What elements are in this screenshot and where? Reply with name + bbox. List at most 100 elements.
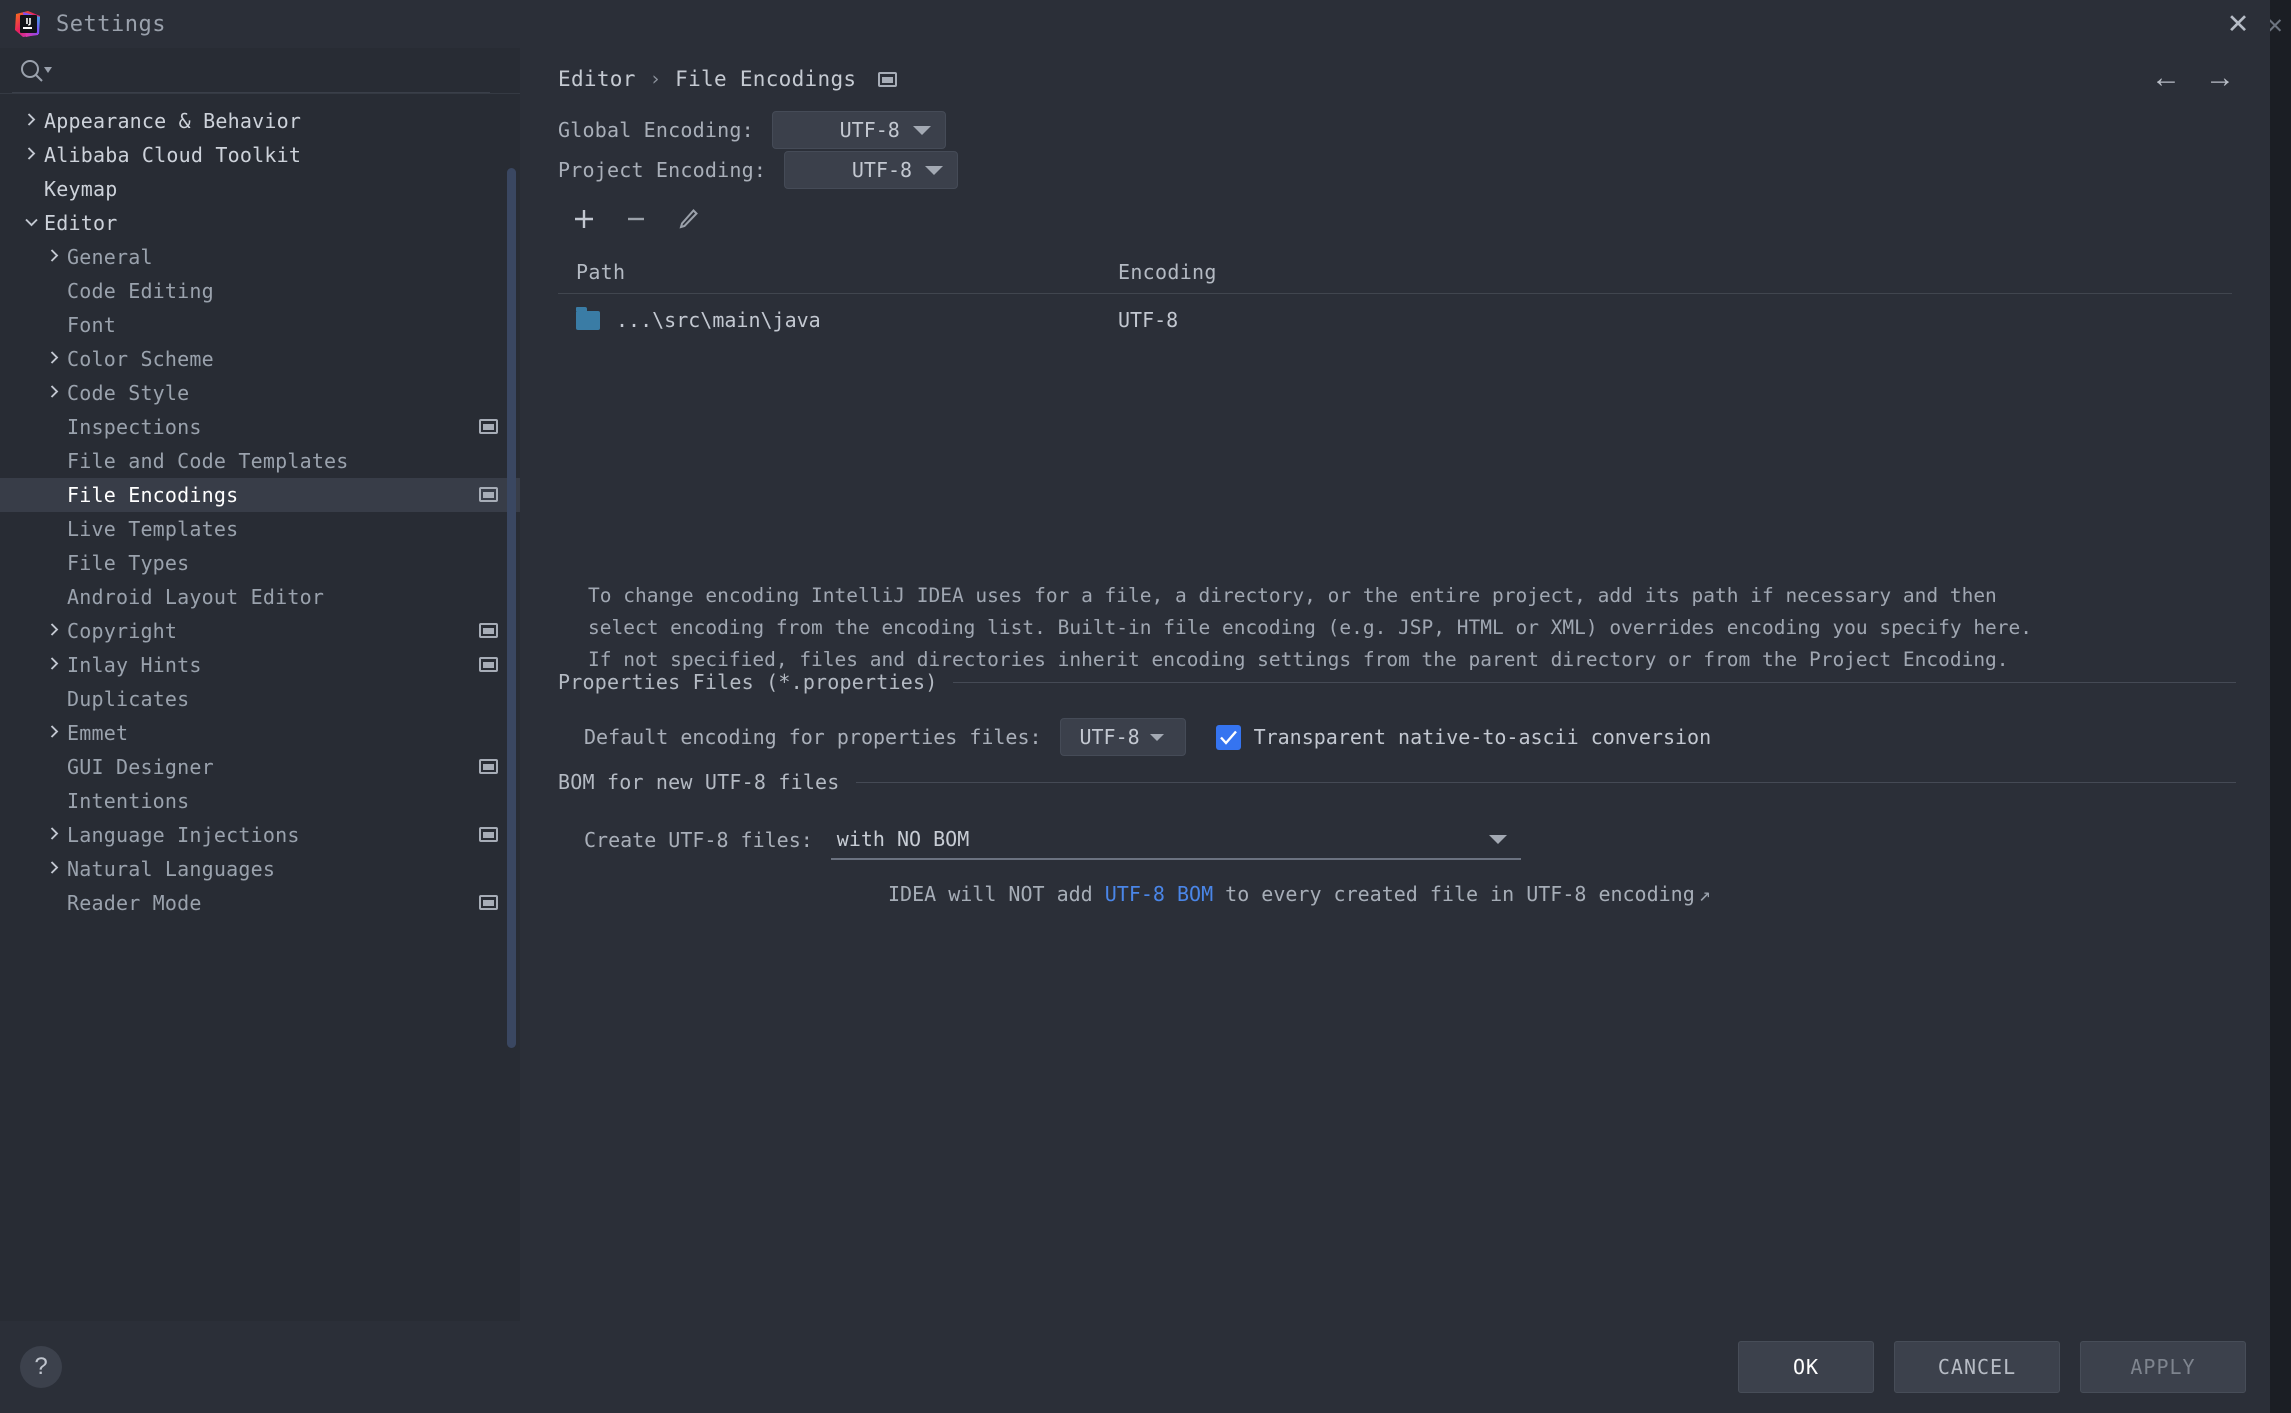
bom-section-header: BOM for new UTF-8 files <box>558 770 2236 794</box>
sidebar-item-natural-languages[interactable]: Natural Languages <box>0 852 520 886</box>
column-header-encoding[interactable]: Encoding <box>1108 260 1217 284</box>
background-window-edge <box>2270 0 2291 1413</box>
dialog-title: Settings <box>56 11 166 37</box>
chevron-right-icon[interactable] <box>41 350 67 369</box>
bom-hint-suffix: to every created file in UTF-8 encoding <box>1213 882 1695 906</box>
search-icon[interactable] <box>18 58 52 84</box>
close-icon[interactable]: ✕ <box>2218 6 2258 42</box>
back-arrow-icon[interactable]: ← <box>2144 62 2188 96</box>
project-encoding-combo[interactable]: UTF-8 <box>784 151 959 189</box>
sidebar-item-label: Code Editing <box>67 279 214 303</box>
sidebar-item-inspections[interactable]: Inspections <box>0 410 520 444</box>
chevron-right-icon[interactable] <box>41 826 67 845</box>
breadcrumb-parent[interactable]: Editor <box>558 67 636 91</box>
chevron-right-icon[interactable] <box>41 860 67 879</box>
sidebar-item-file-types[interactable]: File Types <box>0 546 520 580</box>
sidebar-item-code-editing[interactable]: Code Editing <box>0 274 520 308</box>
sidebar-item-label: File Types <box>67 551 190 575</box>
sidebar-item-inlay-hints[interactable]: Inlay Hints <box>0 648 520 682</box>
sidebar-item-reader-mode[interactable]: Reader Mode <box>0 886 520 920</box>
sidebar-item-file-and-code-templates[interactable]: File and Code Templates <box>0 444 520 478</box>
project-encoding-value: UTF-8 <box>851 158 913 182</box>
sidebar-item-label: Font <box>67 313 116 337</box>
sidebar-item-appearance-behavior[interactable]: Appearance & Behavior <box>0 104 520 138</box>
path-text: ...\src\main\java <box>616 308 821 332</box>
sidebar-item-label: Language Injections <box>67 823 300 847</box>
sidebar-item-file-encodings[interactable]: File Encodings <box>0 478 520 512</box>
table-rows: ...\src\main\java UTF-8 <box>558 294 2232 346</box>
chevron-right-icon[interactable] <box>18 146 44 165</box>
sidebar-item-label: Editor <box>44 211 118 235</box>
sidebar-item-label: Android Layout Editor <box>67 585 325 609</box>
sidebar-item-android-layout-editor[interactable]: Android Layout Editor <box>0 580 520 614</box>
utf8-bom-link[interactable]: UTF-8 BOM <box>1105 882 1213 906</box>
chevron-right-icon[interactable] <box>41 656 67 675</box>
chevron-right-icon[interactable] <box>41 248 67 267</box>
sidebar-item-label: Inlay Hints <box>67 653 202 677</box>
sidebar-item-label: Keymap <box>44 177 118 201</box>
sidebar-item-label: Live Templates <box>67 517 239 541</box>
properties-section-title: Properties Files (*.properties) <box>558 670 938 694</box>
chevron-right-icon[interactable] <box>41 724 67 743</box>
plus-icon[interactable] <box>562 197 606 241</box>
sidebar-item-language-injections[interactable]: Language Injections <box>0 818 520 852</box>
global-encoding-row: Global Encoding: UTF-8 <box>558 110 2232 150</box>
section-divider <box>855 781 2236 783</box>
sidebar-item-label: Emmet <box>67 721 129 745</box>
section-divider <box>953 681 2236 683</box>
sidebar-item-copyright[interactable]: Copyright <box>0 614 520 648</box>
sidebar-item-live-templates[interactable]: Live Templates <box>0 512 520 546</box>
sidebar-item-duplicates[interactable]: Duplicates <box>0 682 520 716</box>
ok-button[interactable]: OK <box>1738 1341 1874 1393</box>
apply-button: APPLY <box>2080 1341 2246 1393</box>
chevron-right-icon[interactable] <box>41 622 67 641</box>
cell-encoding[interactable]: UTF-8 <box>1108 308 1178 332</box>
create-utf8-files-label: Create UTF-8 files: <box>584 828 813 852</box>
sidebar-item-label: General <box>67 245 153 269</box>
bom-hint-text: IDEA will NOT add UTF-8 BOM to every cre… <box>888 882 2236 906</box>
breadcrumb-current: File Encodings <box>675 67 857 91</box>
project-level-settings-icon <box>479 487 498 502</box>
settings-sidebar: Appearance & Behavior Alibaba Cloud Toolk… <box>0 48 520 1321</box>
breadcrumb: Editor › File Encodings ← → <box>520 48 2270 110</box>
create-utf8-files-combo[interactable]: with NO BOM <box>830 820 1521 860</box>
properties-encoding-combo[interactable]: UTF-8 <box>1059 718 1186 756</box>
transparent-ascii-row[interactable]: Transparent native-to-ascii conversion <box>1215 724 1711 750</box>
transparent-ascii-checkbox[interactable] <box>1215 724 1241 750</box>
column-header-path[interactable]: Path <box>558 260 1108 284</box>
sidebar-item-alibaba-cloud-toolkit[interactable]: Alibaba Cloud Toolkit <box>0 138 520 172</box>
chevron-down-icon[interactable] <box>18 215 44 232</box>
check-icon <box>1219 730 1237 745</box>
chevron-right-icon[interactable] <box>18 112 44 131</box>
sidebar-item-intentions[interactable]: Intentions <box>0 784 520 818</box>
sidebar-scrollbar[interactable] <box>507 168 516 1048</box>
sidebar-item-gui-designer[interactable]: GUI Designer <box>0 750 520 784</box>
intellij-idea-logo-icon: IJ <box>14 10 42 38</box>
forward-arrow-icon[interactable]: → <box>2198 62 2242 96</box>
bom-section: BOM for new UTF-8 files Create UTF-8 fil… <box>558 770 2236 906</box>
sidebar-item-general[interactable]: General <box>0 240 520 274</box>
sidebar-item-editor[interactable]: Editor <box>0 206 520 240</box>
search-input[interactable] <box>54 59 434 82</box>
hint-line: To change encoding IntelliJ IDEA uses fo… <box>588 584 1997 607</box>
dialog-title-bar: IJ Settings ✕ <box>0 0 2270 48</box>
chevron-right-icon[interactable] <box>41 384 67 403</box>
nav-buttons: ← → <box>2144 62 2242 96</box>
project-level-settings-icon <box>479 827 498 842</box>
global-encoding-combo[interactable]: UTF-8 <box>771 111 946 149</box>
sidebar-item-keymap[interactable]: Keymap <box>0 172 520 206</box>
sidebar-item-color-scheme[interactable]: Color Scheme <box>0 342 520 376</box>
cancel-button[interactable]: CANCEL <box>1894 1341 2060 1393</box>
sidebar-item-emmet[interactable]: Emmet <box>0 716 520 750</box>
project-level-settings-icon <box>479 759 498 774</box>
sidebar-item-label: Code Style <box>67 381 190 405</box>
sidebar-item-label: Color Scheme <box>67 347 214 371</box>
sidebar-item-code-style[interactable]: Code Style <box>0 376 520 410</box>
minus-icon[interactable] <box>614 197 658 241</box>
table-row[interactable]: ...\src\main\java UTF-8 <box>558 294 2232 346</box>
sidebar-item-font[interactable]: Font <box>0 308 520 342</box>
help-button[interactable]: ? <box>20 1346 62 1388</box>
project-encoding-row: Project Encoding: UTF-8 <box>558 150 2232 190</box>
pencil-icon[interactable] <box>666 197 710 241</box>
external-link-icon[interactable]: ↗ <box>1699 882 1711 906</box>
